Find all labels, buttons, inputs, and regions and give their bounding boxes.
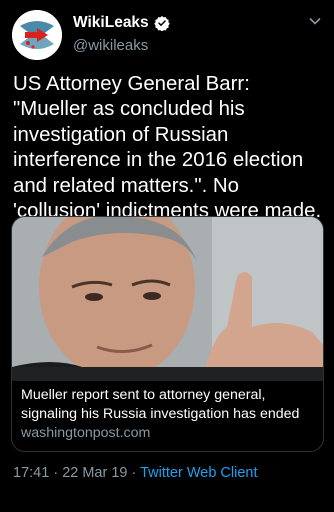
link-card-title[interactable]: Mueller report sent to attorney general,… bbox=[21, 386, 317, 423]
avatar[interactable] bbox=[12, 10, 62, 60]
link-card-domain[interactable]: washingtonpost.com bbox=[21, 425, 150, 441]
author-handle[interactable]: @wikileaks bbox=[73, 37, 148, 54]
mueller-photo-icon bbox=[12, 217, 323, 381]
tweet-time[interactable]: 17:41 bbox=[13, 465, 49, 481]
meta-separator: · bbox=[127, 465, 141, 481]
chevron-down-icon[interactable] bbox=[308, 14, 322, 28]
link-card-image[interactable] bbox=[12, 217, 323, 381]
link-card[interactable]: Mueller report sent to attorney general,… bbox=[11, 216, 324, 452]
verified-badge-icon bbox=[153, 16, 170, 31]
name-row: WikiLeaks bbox=[73, 14, 170, 32]
tweet-meta: 17:41 · 22 Mar 19 · Twitter Web Client bbox=[13, 465, 258, 481]
tweet-text: US Attorney General Barr: "Mueller as co… bbox=[13, 73, 322, 223]
tweet-date[interactable]: 22 Mar 19 bbox=[62, 465, 127, 481]
tweet-header: WikiLeaks @wikileaks bbox=[12, 10, 322, 62]
wikileaks-logo-icon bbox=[12, 10, 62, 60]
author-name[interactable]: WikiLeaks bbox=[73, 14, 149, 32]
meta-separator: · bbox=[49, 465, 63, 481]
tweet-client-link[interactable]: Twitter Web Client bbox=[140, 465, 257, 481]
